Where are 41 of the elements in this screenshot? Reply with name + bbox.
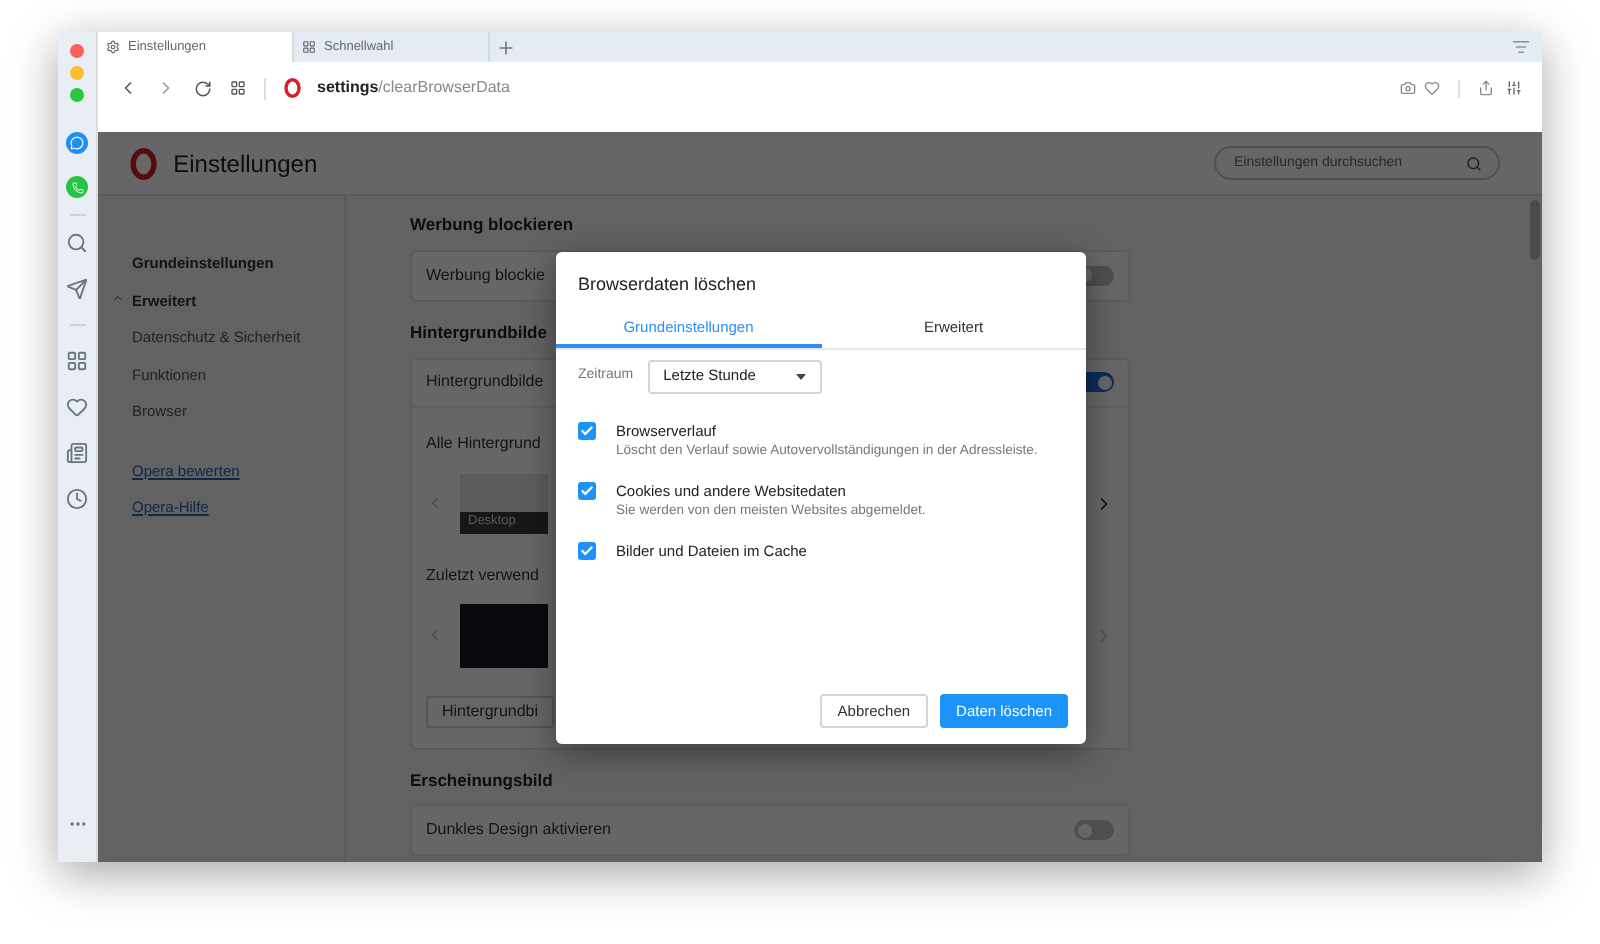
gear-icon [106,40,120,54]
heart-icon[interactable] [1424,80,1440,96]
tab-menu-icon[interactable] [1512,38,1530,56]
search-icon[interactable] [66,232,88,254]
checkbox[interactable] [578,421,596,439]
address-field[interactable]: settings/clearBrowserData [284,76,1382,100]
setting-label: Werbung blockie [426,263,545,288]
news-icon[interactable] [66,442,88,464]
grid-icon[interactable] [230,80,246,96]
checkbox[interactable] [578,542,596,561]
section-heading: Hintergrundbilde [410,319,547,345]
camera-icon[interactable] [1400,80,1416,96]
grid-icon[interactable] [66,350,88,372]
wallpaper-button[interactable]: Hintergrundbi [426,695,555,727]
maximize-button[interactable] [70,88,84,102]
opera-logo-icon [284,78,301,98]
chat-bubble-icon[interactable] [66,132,88,154]
page-title: Einstellungen [173,147,318,181]
share-icon[interactable] [1478,80,1494,96]
phone-bubble-icon[interactable] [66,176,88,198]
setting-label: Alle Hintergrund [426,433,541,451]
section-heading: Werbung blockieren [410,212,574,238]
grid-icon [302,40,316,54]
section-heading: Erscheinungsbild [410,767,553,793]
checkbox[interactable] [578,481,596,500]
new-tab-icon[interactable] [496,37,516,57]
heart-icon[interactable] [66,396,88,418]
send-icon[interactable] [66,278,88,300]
search-icon[interactable] [1466,155,1482,171]
clock-icon[interactable] [66,488,88,510]
reload-icon[interactable] [194,79,212,97]
setting-label: Hintergrundbilde [426,370,544,394]
scrollbar-thumb[interactable] [1530,200,1540,260]
setting-label: Zuletzt verwend [426,565,539,583]
toggle-switch[interactable] [1074,820,1114,841]
caret-down-icon [795,373,806,379]
opera-logo-icon [130,147,158,179]
sliders-icon[interactable] [1506,80,1522,96]
close-button[interactable] [70,44,84,58]
setting-label: Dunkles Design aktivieren [426,818,611,843]
dialog-title: Browserdaten löschen [576,272,759,298]
